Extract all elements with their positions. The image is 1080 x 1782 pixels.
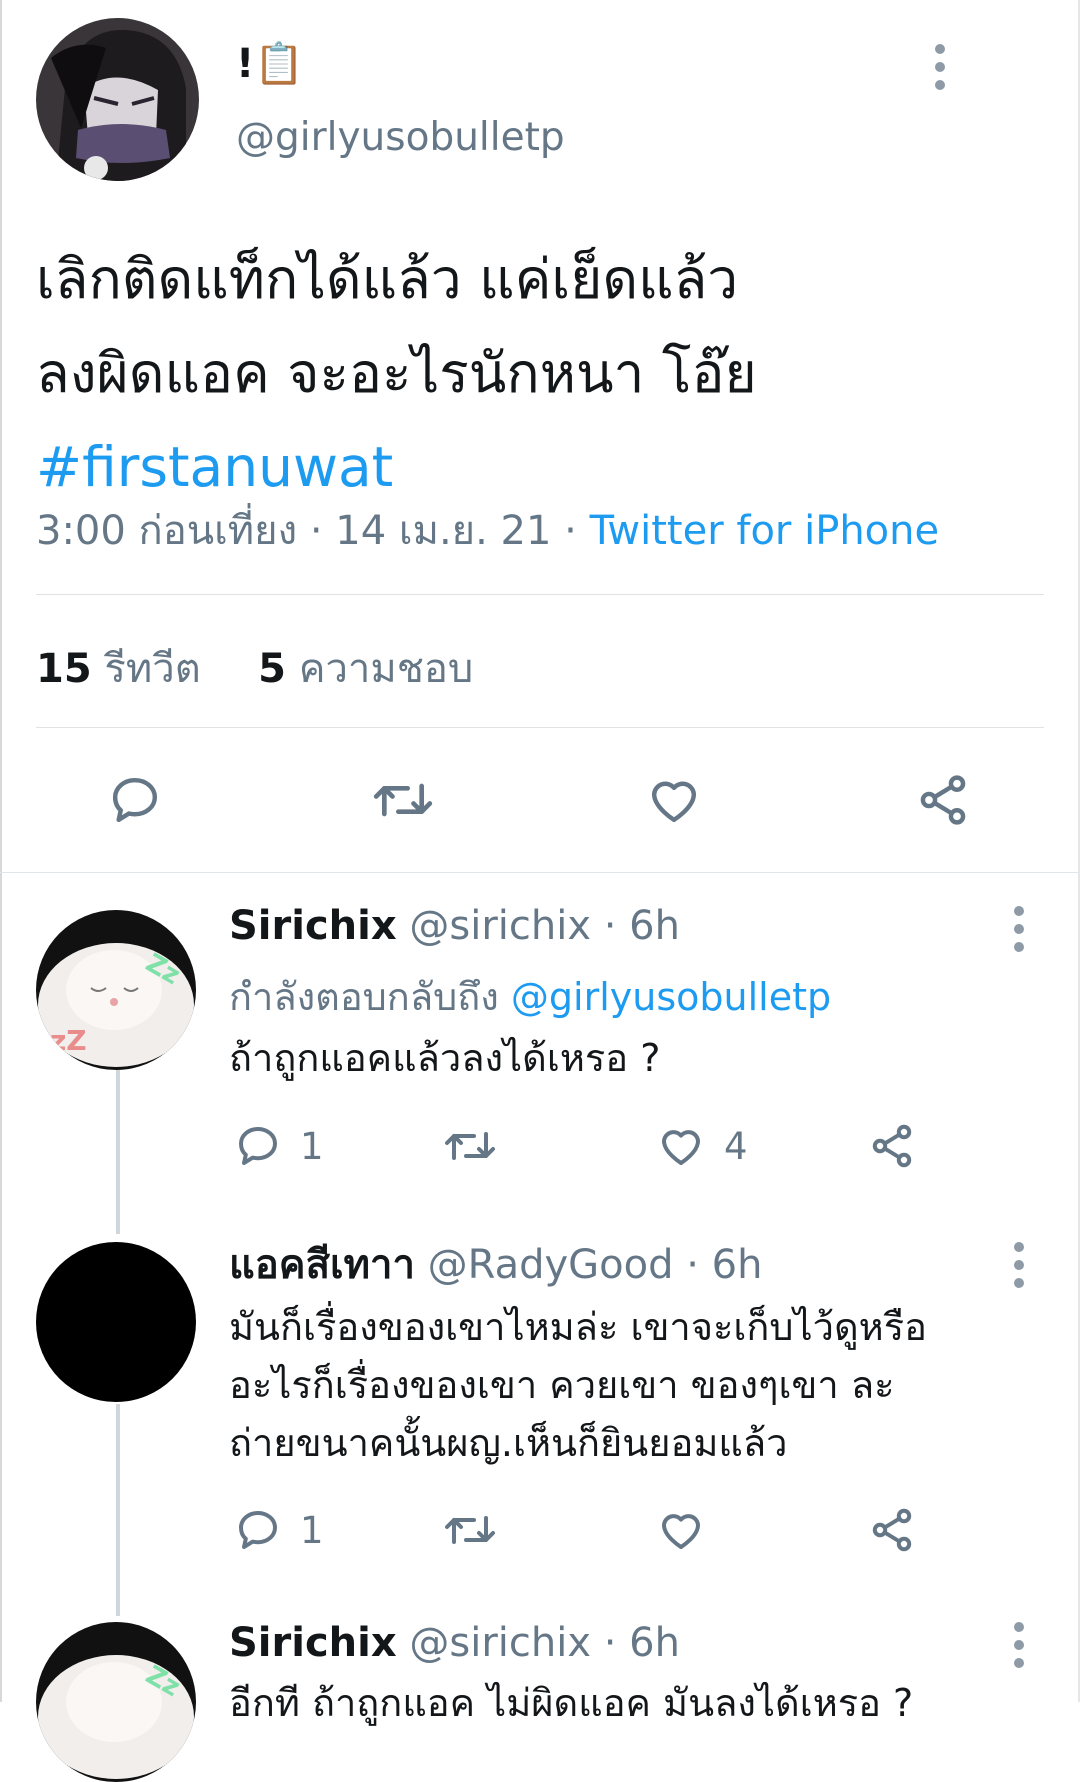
more-vertical-icon[interactable] [935, 44, 945, 98]
thread-line [116, 1068, 120, 1234]
share-icon [872, 1124, 912, 1168]
tweet-time: 3:00 ก่อนเที่ยง [36, 508, 298, 554]
mention-link[interactable]: @girlyusobulletp [511, 975, 831, 1019]
reply-handle[interactable]: @sirichix · 6h [409, 1620, 680, 1666]
heart-icon [651, 781, 697, 823]
heart-icon [662, 1130, 700, 1165]
reply-header: แอคสีเทาา @RadyGood · 6h [229, 1240, 762, 1290]
section-divider [0, 872, 1080, 873]
tweet-meta: 3:00 ก่อนเที่ยง · 14 เม.ย. 21 · Twitter … [36, 498, 939, 562]
replying-prefix: กำลังตอบกลับถึง [229, 975, 499, 1019]
reply-header: Sirichix @sirichix · 6h [229, 901, 680, 951]
tweet-source-link[interactable]: Twitter for iPhone [590, 508, 940, 554]
likes-stat[interactable]: 5 ความชอบ [258, 646, 473, 692]
retweet-count: 15 [36, 646, 92, 692]
author-handle[interactable]: @girlyusobulletp [236, 115, 565, 160]
reply-header: Sirichix @sirichix · 6h [229, 1618, 680, 1668]
reply-button[interactable] [106, 772, 164, 828]
share-icon [920, 775, 966, 825]
meta-separator: · [309, 508, 323, 554]
more-vertical-icon[interactable] [1014, 1622, 1024, 1676]
left-edge [0, 0, 2, 1702]
reply-avatar[interactable]: Zz [36, 1622, 196, 1782]
reply-avatar[interactable]: Zz zZ [36, 910, 196, 1070]
reply-text-line: ถ้าถูกแอคแล้วลงได้เหรอ ? [229, 1036, 661, 1080]
retweet-icon [445, 1516, 495, 1544]
like-button[interactable] [644, 772, 704, 828]
like-count: 4 [724, 1124, 748, 1168]
replying-to: กำลังตอบกลับถึง @girlyusobulletp [229, 966, 831, 1027]
retweet-button[interactable] [442, 1122, 498, 1170]
share-button[interactable] [915, 772, 971, 828]
retweet-label: รีทวีต [104, 646, 201, 692]
tweet-date: 14 เม.ย. 21 [335, 508, 552, 554]
thread-line [116, 1404, 120, 1616]
reply-handle[interactable]: @sirichix · 6h [409, 903, 680, 949]
share-button[interactable] [868, 1122, 916, 1170]
reply-display-name[interactable]: แอคสีเทาา [229, 1242, 415, 1288]
more-vertical-icon[interactable] [1014, 1242, 1024, 1296]
reply-text: มันก็เรื่องของเขาไหมล่ะ เขาจะเก็บไว้ดูหร… [229, 1298, 927, 1472]
retweet-icon [373, 783, 433, 817]
like-button[interactable] [656, 1506, 706, 1554]
reply-text: ถ้าถูกแอคแล้วลงได้เหรอ ? [229, 1029, 660, 1087]
reply-text-line: มันก็เรื่องของเขาไหมล่ะ เขาจะเก็บไว้ดูหร… [229, 1305, 927, 1349]
like-label: ความชอบ [298, 646, 474, 692]
meta-separator: · [564, 508, 577, 554]
reply-count: 1 [300, 1508, 324, 1552]
divider [36, 727, 1044, 728]
retweet-icon [445, 1132, 495, 1160]
tweet-text-line: ลงผิดแอค จะอะไรนักหนา โอ๊ย [36, 341, 757, 405]
reply-handle[interactable]: @RadyGood · 6h [428, 1242, 763, 1288]
reply-count: 1 [300, 1124, 324, 1168]
retweets-stat[interactable]: 15 รีทวีต [36, 646, 201, 692]
author-display-name[interactable]: !📋 [236, 40, 304, 88]
reply-bubble-icon [239, 1127, 277, 1165]
reply-bubble-icon [112, 777, 158, 823]
share-button[interactable] [868, 1506, 916, 1554]
like-count: 5 [258, 646, 286, 692]
author-avatar[interactable] [36, 18, 199, 181]
more-vertical-icon[interactable] [1014, 906, 1024, 960]
tweet-text-line: เลิกติดแท็กได้แล้ว แค่เย็ดแล้ว [36, 247, 739, 311]
reply-display-name[interactable]: Sirichix [229, 1620, 397, 1666]
retweet-button[interactable] [370, 772, 436, 828]
reply-text-line: อีกที ถ้าถูกแอค ไม่ผิดแอค มันลงได้เหรอ ? [229, 1681, 914, 1725]
reply-avatar[interactable] [36, 1242, 196, 1402]
tweet-stats: 15 รีทวีต 5 ความชอบ [36, 636, 473, 700]
share-icon [872, 1508, 912, 1552]
divider [36, 594, 1044, 595]
reply-bubble-icon [239, 1511, 277, 1549]
reply-button[interactable]: 1 [234, 1506, 324, 1554]
svg-text:zZ: zZ [50, 1024, 87, 1057]
heart-icon [662, 1514, 700, 1549]
reply-text-line: อะไรก็เรื่องของเขา ควยเขา ของๆเขา ละ [229, 1363, 895, 1407]
reply-text-line: ถ่ายขนาคนั้นผญ.เห็นก็ยินยอมแล้ว [229, 1421, 788, 1465]
like-button[interactable]: 4 [656, 1122, 748, 1170]
reply-text: อีกที ถ้าถูกแอค ไม่ผิดแอค มันลงได้เหรอ ? [229, 1674, 913, 1732]
retweet-button[interactable] [442, 1506, 498, 1554]
reply-button[interactable]: 1 [234, 1122, 324, 1170]
tweet-text: เลิกติดแท็กได้แล้ว แค่เย็ดแล้ว ลงผิดแอค … [36, 232, 996, 514]
reply-display-name[interactable]: Sirichix [229, 903, 397, 949]
